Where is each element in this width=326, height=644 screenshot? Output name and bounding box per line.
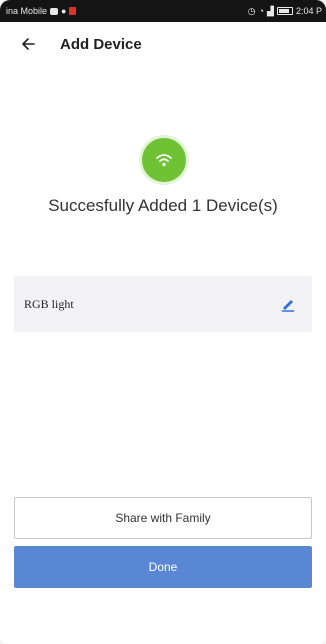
page-title: Add Device <box>60 35 142 53</box>
status-right: ◷ ◔ ▟ 2:04 P <box>248 6 322 16</box>
alarm-icon: ◷ <box>247 5 256 16</box>
status-left: ina Mobile ● <box>6 5 77 16</box>
share-with-family-button[interactable]: Share with Family <box>14 497 312 539</box>
device-name: RGB light <box>24 296 74 311</box>
clock-label: 2:04 P <box>295 6 322 16</box>
carrier-label: ina Mobile <box>6 6 48 16</box>
done-button[interactable]: Done <box>14 546 312 588</box>
signal-icon: ▟ <box>267 5 274 16</box>
chat-icon: ● <box>61 5 67 16</box>
edit-device-button[interactable] <box>276 292 300 316</box>
status-bar: ina Mobile ● ◷ ◔ ▟ 2:04 P <box>0 0 326 22</box>
device-row[interactable]: RGB light <box>14 276 312 332</box>
success-message: Succesfully Added 1 Device(s) <box>48 196 278 215</box>
battery-icon <box>276 7 293 15</box>
notification-icon <box>50 7 59 15</box>
wifi-icon <box>156 154 172 167</box>
header-bar: Add Device <box>0 22 326 66</box>
back-button[interactable] <box>14 30 42 58</box>
app-notification-icon <box>69 7 77 15</box>
app-screen: ina Mobile ● ◷ ◔ ▟ 2:04 P Add Device Suc… <box>0 0 326 644</box>
pencil-icon <box>282 300 294 312</box>
wifi-status-icon: ◔ <box>258 5 265 16</box>
arrow-left-icon <box>22 38 35 50</box>
success-badge <box>142 138 186 182</box>
